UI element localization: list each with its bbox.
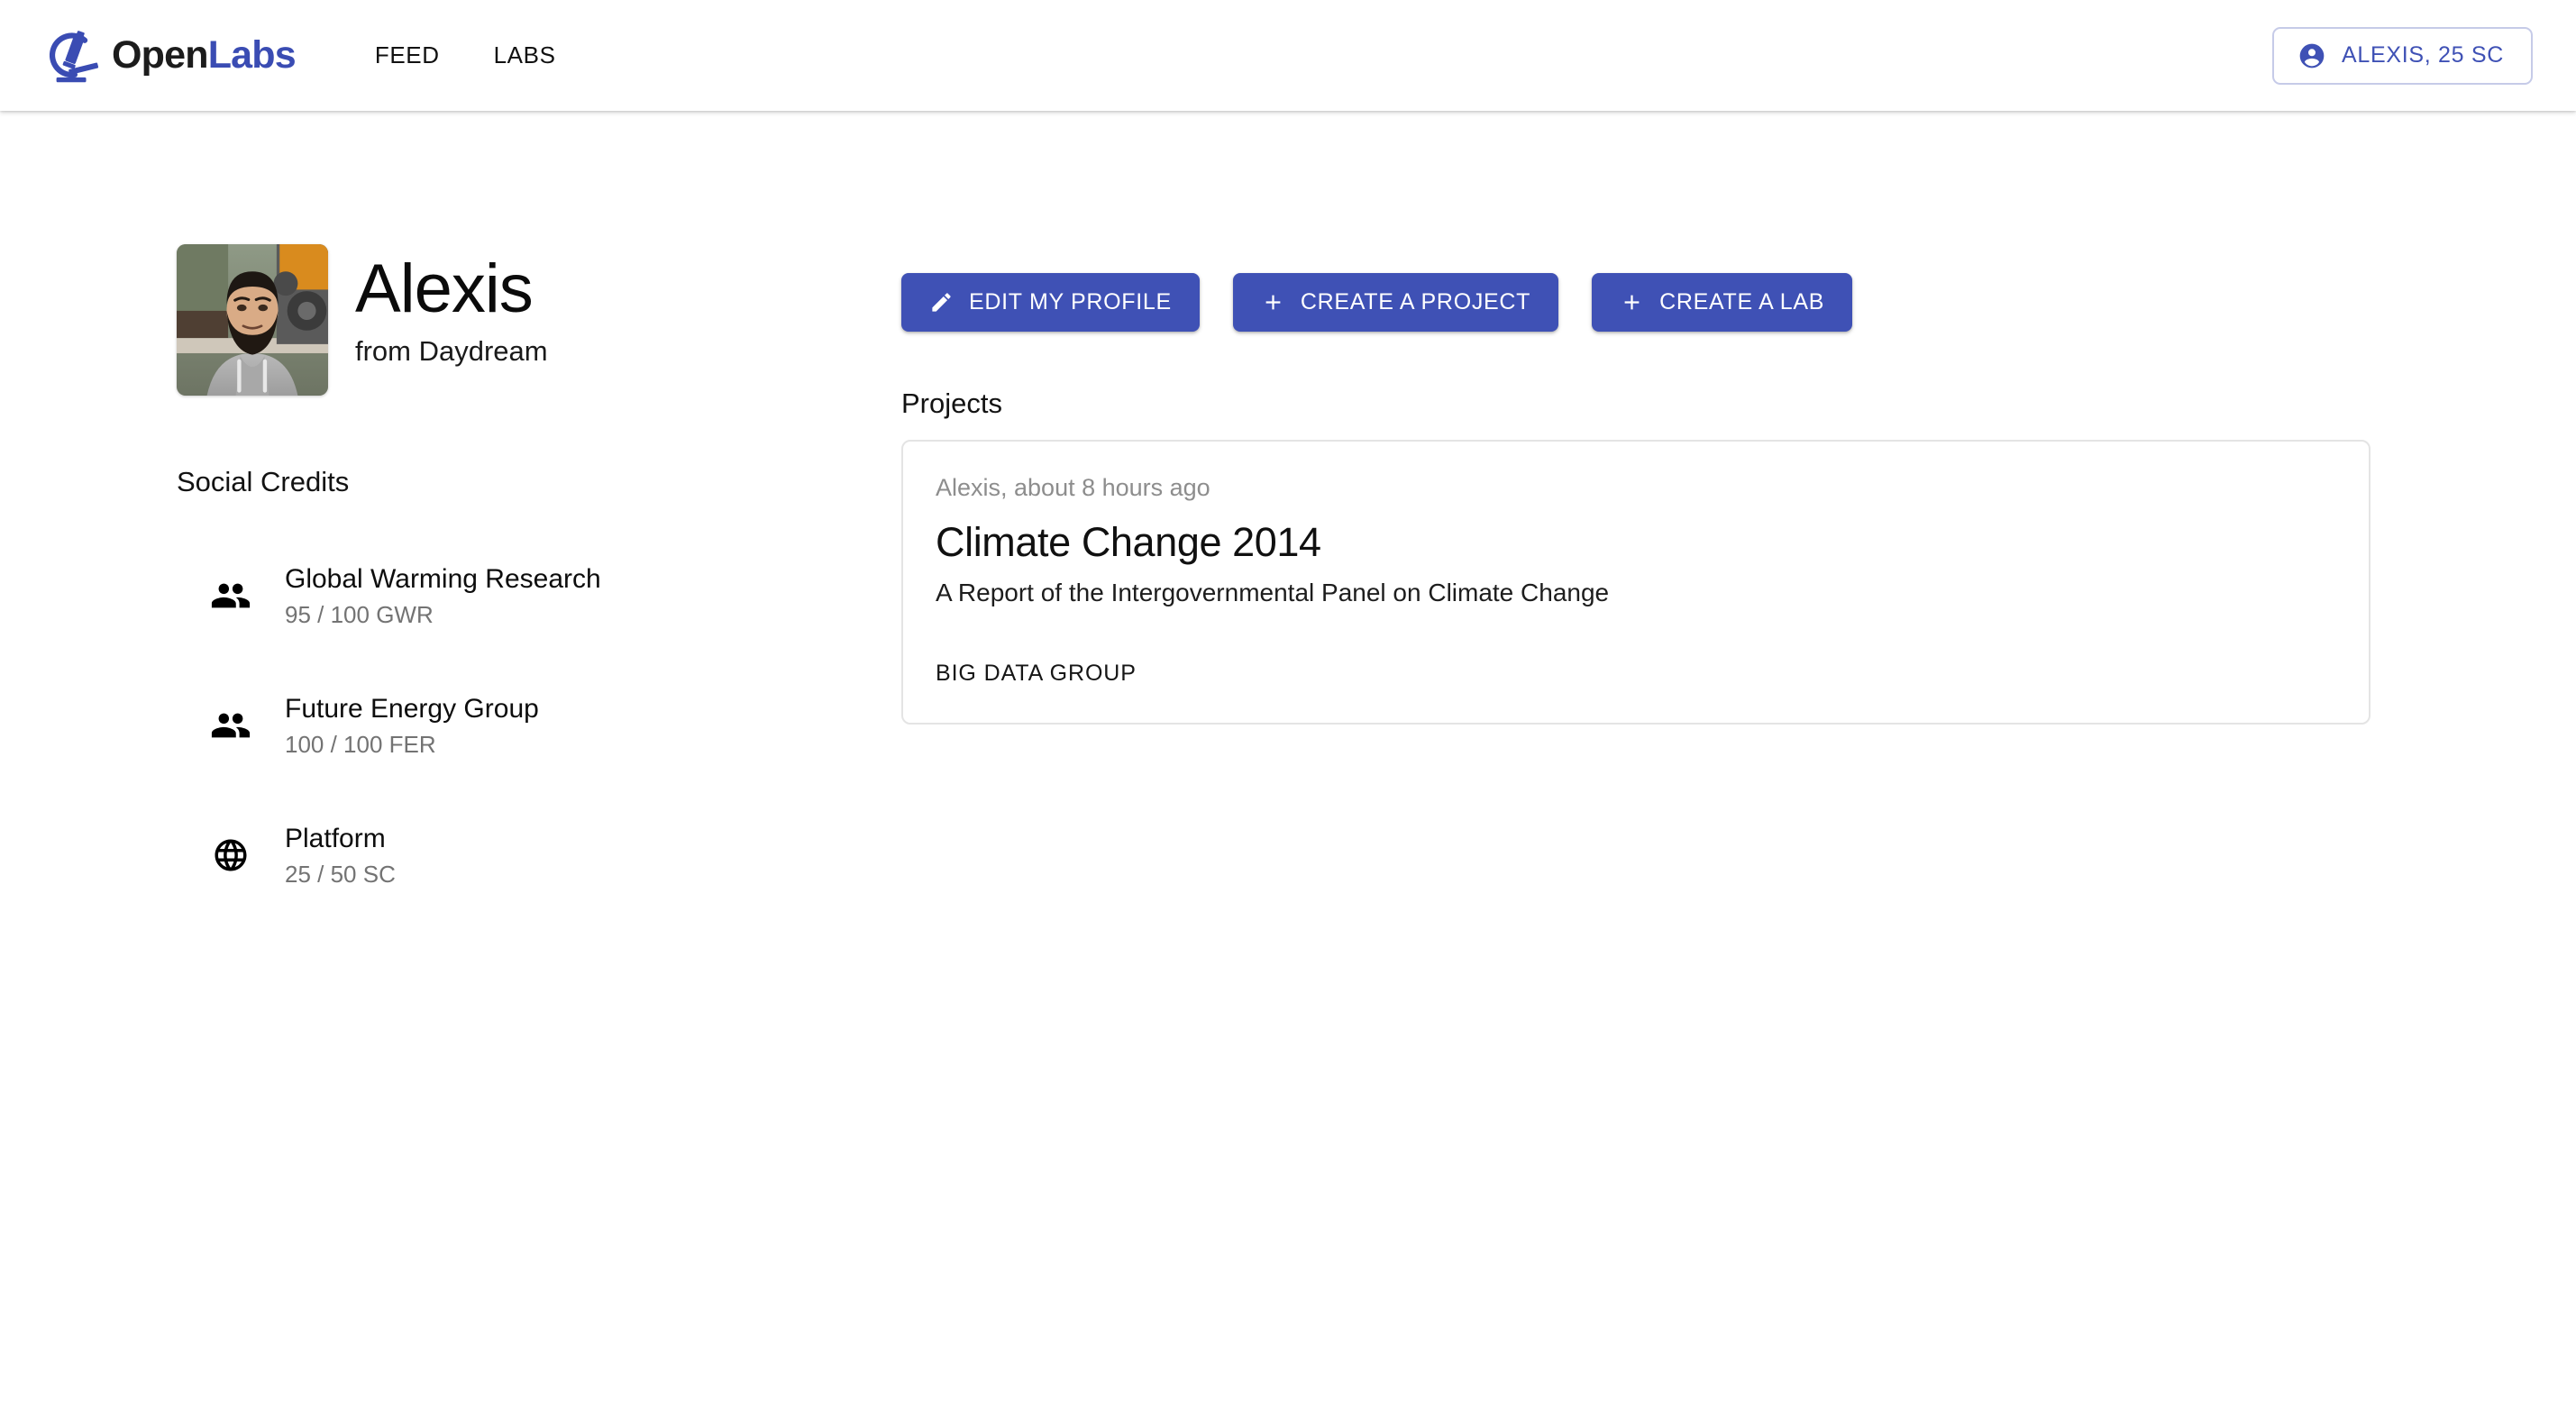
credit-value: 25 / 50 SC bbox=[285, 860, 396, 888]
create-a-lab-button[interactable]: CREATE A LAB bbox=[1592, 273, 1853, 332]
globe-icon bbox=[177, 836, 285, 874]
profile-identity: Alexis from Daydream bbox=[355, 244, 548, 368]
people-icon bbox=[177, 575, 285, 616]
nav-link-feed[interactable]: FEED bbox=[348, 32, 467, 78]
create-a-project-label: CREATE A PROJECT bbox=[1300, 289, 1531, 315]
project-card-group-label[interactable]: BIG DATA GROUP bbox=[936, 661, 2336, 687]
list-item[interactable]: Global Warming Research 95 / 100 GWR bbox=[177, 531, 901, 661]
action-button-row: EDIT MY PROFILE CREATE A PROJECT CREATE … bbox=[901, 273, 2576, 332]
credit-text: Global Warming Research 95 / 100 GWR bbox=[285, 564, 601, 628]
main-nav: FEED LABS bbox=[348, 32, 583, 78]
page-body: Alexis from Daydream Social Credits Glob… bbox=[0, 111, 2576, 920]
page-title: Alexis bbox=[355, 251, 534, 327]
edit-my-profile-button[interactable]: EDIT MY PROFILE bbox=[901, 273, 1200, 332]
list-item[interactable]: Platform 25 / 50 SC bbox=[177, 790, 901, 920]
social-credits-title: Social Credits bbox=[177, 466, 350, 497]
microscope-icon bbox=[45, 26, 101, 86]
credit-value: 95 / 100 GWR bbox=[285, 600, 434, 628]
create-a-project-button[interactable]: CREATE A PROJECT bbox=[1232, 273, 1559, 332]
credit-label: Platform bbox=[285, 823, 386, 853]
brand-text-labs: Labs bbox=[207, 33, 297, 77]
plus-icon bbox=[1261, 290, 1285, 315]
brand-wordmark: OpenLabs bbox=[112, 33, 297, 77]
app-header: OpenLabs FEED LABS ALEXIS, 25 SC bbox=[0, 0, 2576, 111]
credit-label: Future Energy Group bbox=[285, 693, 539, 724]
projects-section-title: Projects bbox=[901, 387, 1002, 419]
plus-icon bbox=[1620, 290, 1644, 315]
project-card-meta: Alexis, about 8 hours ago bbox=[936, 474, 1210, 501]
project-card-title: Climate Change 2014 bbox=[936, 519, 1321, 565]
profile-sidebar: Alexis from Daydream Social Credits Glob… bbox=[0, 111, 901, 920]
project-card-description: A Report of the Intergovernmental Panel … bbox=[936, 579, 1610, 607]
credit-text: Future Energy Group 100 / 100 FER bbox=[285, 694, 539, 758]
profile-header: Alexis from Daydream bbox=[177, 244, 901, 396]
list-item[interactable]: Future Energy Group 100 / 100 FER bbox=[177, 661, 901, 790]
avatar bbox=[177, 244, 328, 396]
project-card[interactable]: Alexis, about 8 hours ago Climate Change… bbox=[901, 440, 2370, 725]
main-content: EDIT MY PROFILE CREATE A PROJECT CREATE … bbox=[901, 111, 2576, 725]
account-button-label: ALEXIS, 25 SC bbox=[2341, 42, 2504, 68]
brand-text-open: Open bbox=[112, 33, 209, 77]
account-circle-icon bbox=[2297, 41, 2326, 70]
credit-label: Global Warming Research bbox=[285, 563, 601, 594]
account-button[interactable]: ALEXIS, 25 SC bbox=[2271, 26, 2533, 85]
nav-link-labs[interactable]: LABS bbox=[467, 32, 583, 78]
credit-text: Platform 25 / 50 SC bbox=[285, 824, 396, 888]
brand-logo[interactable]: OpenLabs bbox=[45, 26, 297, 86]
profile-subtitle: from Daydream bbox=[355, 335, 548, 368]
create-a-lab-label: CREATE A LAB bbox=[1659, 289, 1825, 315]
social-credits-list: Global Warming Research 95 / 100 GWR Fut… bbox=[177, 531, 901, 920]
pencil-icon bbox=[929, 290, 954, 315]
credit-value: 100 / 100 FER bbox=[285, 730, 436, 758]
people-icon bbox=[177, 705, 285, 746]
edit-my-profile-label: EDIT MY PROFILE bbox=[969, 289, 1172, 315]
